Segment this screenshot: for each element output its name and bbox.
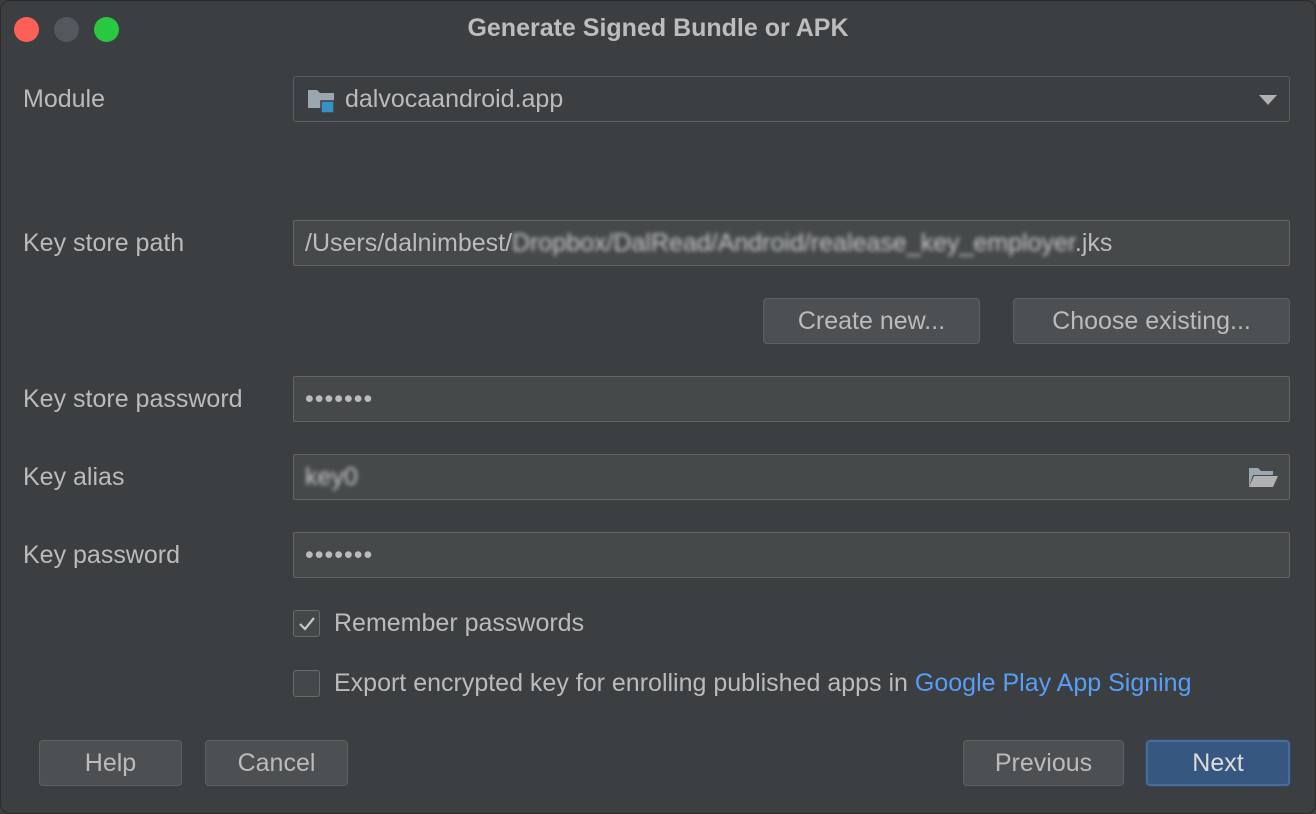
create-new-button[interactable]: Create new...: [763, 298, 980, 344]
export-key-text: Export encrypted key for enrolling publi…: [334, 669, 915, 697]
module-folder-icon: [308, 90, 335, 113]
next-button[interactable]: Next: [1146, 740, 1290, 786]
dialog-title: Generate Signed Bundle or APK: [467, 14, 849, 42]
choose-existing-button[interactable]: Choose existing...: [1013, 298, 1290, 344]
keystore-password-label: Key store password: [23, 385, 243, 413]
folder-open-icon[interactable]: [1247, 465, 1279, 489]
key-alias-input[interactable]: key0: [293, 454, 1290, 500]
remember-passwords-checkbox[interactable]: [293, 610, 320, 637]
export-key-label[interactable]: Export encrypted key for enrolling publi…: [334, 669, 1192, 698]
cancel-button[interactable]: Cancel: [205, 740, 348, 786]
remember-passwords-label[interactable]: Remember passwords: [334, 609, 584, 638]
help-button[interactable]: Help: [39, 740, 182, 786]
keystore-path-prefix: /Users/dalnimbest/: [305, 229, 513, 257]
module-label: Module: [23, 85, 105, 113]
key-password-input[interactable]: •••••••: [293, 532, 1290, 578]
chevron-down-icon[interactable]: [1259, 95, 1277, 105]
key-password-label: Key password: [23, 541, 181, 569]
keystore-password-input[interactable]: •••••••: [293, 376, 1290, 422]
export-key-checkbox[interactable]: [293, 670, 320, 697]
key-alias-label: Key alias: [23, 463, 125, 491]
title-bar: Generate Signed Bundle or APK: [1, 1, 1315, 55]
module-value: dalvocaandroid.app: [345, 85, 564, 113]
keystore-path-obscured: Dropbox/DalRead/Android/realease_key_emp…: [512, 229, 1075, 257]
dialog-window: Generate Signed Bundle or APK Module dal…: [0, 0, 1316, 814]
previous-button[interactable]: Previous: [963, 740, 1124, 786]
google-play-app-signing-link[interactable]: Google Play App Signing: [915, 669, 1192, 697]
keystore-path-suffix: .jks: [1074, 229, 1113, 257]
keystore-path-label: Key store path: [23, 229, 185, 257]
key-alias-value: key0: [305, 463, 358, 491]
checkmark-icon: [299, 617, 315, 631]
module-select[interactable]: dalvocaandroid.app: [293, 76, 1290, 122]
keystore-path-input[interactable]: /Users/dalnimbest/Dropbox/DalRead/Androi…: [293, 220, 1290, 266]
